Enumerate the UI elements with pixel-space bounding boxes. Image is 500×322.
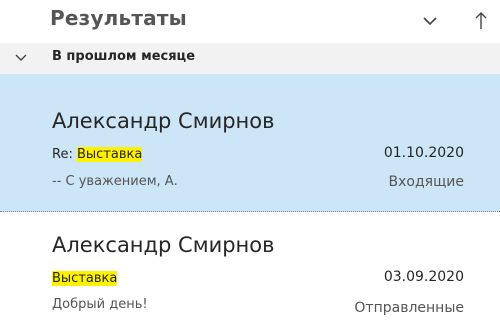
chevron-down-icon[interactable] bbox=[13, 50, 29, 66]
message-item-selected[interactable]: Александр Смирнов Re: Выставка 01.10.202… bbox=[0, 74, 500, 212]
message-date: 03.09.2020 bbox=[383, 269, 464, 285]
results-header: Результаты bbox=[0, 0, 500, 42]
search-results-pane: Результаты В прошлом месяце Александр См… bbox=[0, 0, 500, 322]
message-sender: Александр Смирнов bbox=[52, 233, 275, 257]
message-sender: Александр Смирнов bbox=[52, 109, 275, 133]
arrow-up-icon[interactable] bbox=[470, 10, 492, 32]
message-folder: Входящие bbox=[388, 174, 464, 190]
message-folder: Отправленные bbox=[354, 300, 464, 316]
results-title: Результаты bbox=[50, 6, 187, 30]
message-subject: Выставка bbox=[52, 271, 118, 286]
message-preview: Добрый день! bbox=[52, 297, 148, 312]
message-subject: Re: Выставка bbox=[52, 147, 143, 162]
message-date: 01.10.2020 bbox=[383, 145, 464, 161]
message-preview: -- С уважением, А. bbox=[52, 174, 178, 189]
chevron-down-icon[interactable] bbox=[419, 10, 441, 32]
subject-prefix: Re: bbox=[52, 147, 77, 162]
group-header-last-month[interactable]: В прошлом месяце bbox=[0, 43, 500, 75]
group-label: В прошлом месяце bbox=[52, 49, 196, 64]
subject-highlight: Выставка bbox=[52, 271, 118, 286]
message-item[interactable]: Александр Смирнов Выставка 03.09.2020 До… bbox=[0, 213, 500, 322]
subject-highlight: Выставка bbox=[76, 147, 143, 162]
